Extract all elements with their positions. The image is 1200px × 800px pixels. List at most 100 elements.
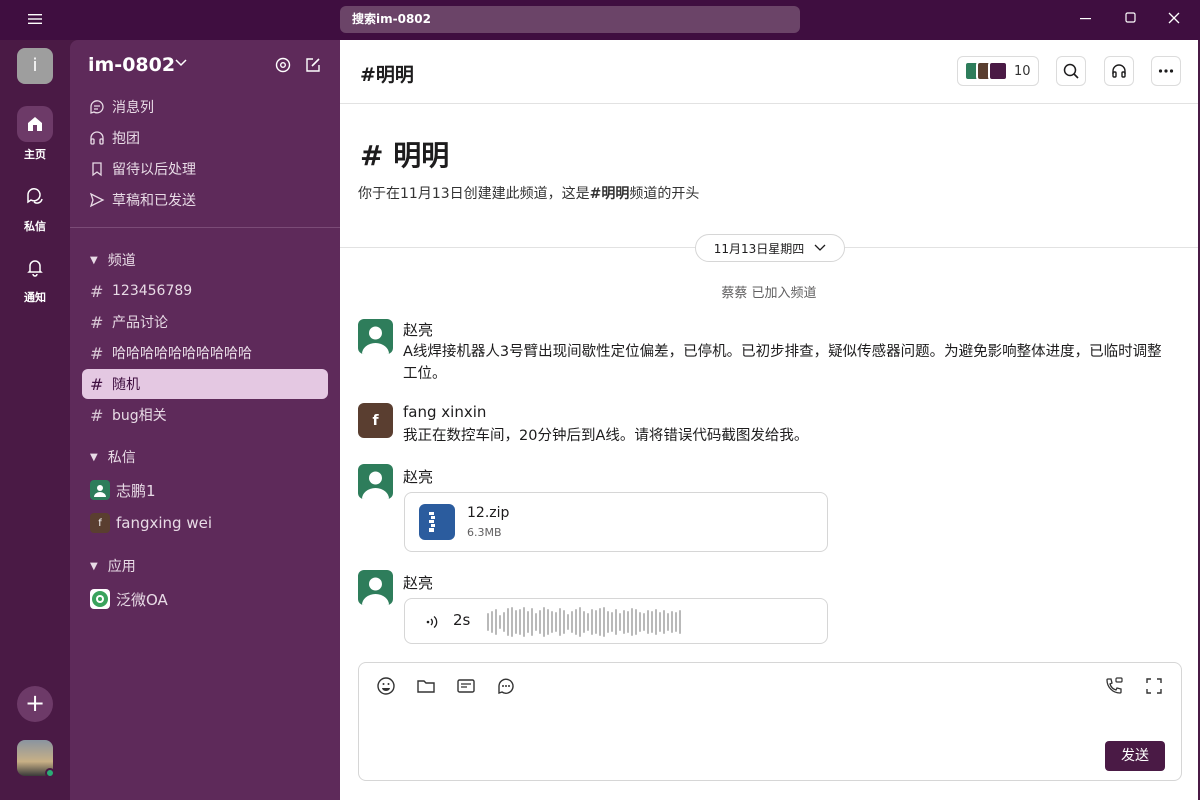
headphones-icon [1112,64,1126,78]
message-composer[interactable]: 发送 [358,662,1182,781]
author-avatar[interactable]: f [358,403,393,438]
threads-icon [88,98,106,116]
waveform-bar [499,615,501,629]
waveform-bar [595,610,597,634]
expand-icon[interactable] [1143,675,1165,697]
waveform-bar [615,609,617,635]
huddle-button[interactable] [1104,56,1134,86]
search-icon [1063,63,1079,79]
member-avatar [988,61,1008,81]
message-author[interactable]: fang xinxin [403,403,486,421]
nav-later[interactable]: 留待以后处理 [82,154,328,184]
audio-wave-icon[interactable] [423,613,441,631]
settings-icon[interactable] [274,56,294,76]
file-attachment[interactable]: 12.zip 6.3MB [404,492,828,552]
channel-intro-title: # 明明 [360,139,450,172]
search-button[interactable] [1056,56,1086,86]
waveform-bar [599,608,601,636]
folder-icon[interactable] [415,675,437,697]
app-item[interactable]: 泛微OA [82,584,328,614]
date-divider[interactable]: 11月13日星期四 [695,234,845,262]
dm-item[interactable]: 志鹏1 [82,475,328,505]
members-button[interactable]: 10 [957,56,1039,86]
waveform-bar [671,611,673,633]
workspace-avatar[interactable]: i [17,48,53,84]
call-icon[interactable] [1103,675,1125,697]
compose-icon[interactable] [304,56,324,76]
close-icon[interactable] [1163,9,1185,31]
nav-drafts[interactable]: 草稿和已发送 [82,185,328,215]
nav-huddles[interactable]: 抱团 [82,123,328,153]
waveform-bar [611,612,613,632]
waveform-bar [539,610,541,634]
apps-section-header[interactable]: ▼ 应用 [90,555,136,577]
hash-icon: # [90,374,104,394]
send-button[interactable]: 发送 [1105,741,1165,771]
waveform-bar [635,609,637,635]
channel-item[interactable]: # 123456789 [82,276,328,306]
channel-intro-text: 你于在11月13日创建建此频道，这是#明明频道的开头 [358,186,700,202]
waveform-bar [551,611,553,633]
message-text: 我正在数控车间，20分钟后到A线。请将错误代码截图发给我。 [403,428,809,444]
waveform-bar [663,610,665,634]
rail-item-notifications[interactable]: 通知 [0,249,70,305]
chevron-down-icon[interactable] [174,56,188,72]
waveform-bar [527,611,529,633]
app-logo-icon [90,589,110,609]
waveform-bar [567,614,569,630]
rail-label: 主页 [24,148,46,161]
channel-item-active[interactable]: # 随机 [82,369,328,399]
maximize-icon[interactable] [1120,9,1142,31]
minimize-icon[interactable] [1075,9,1097,31]
hash-icon: # [90,343,104,363]
dms-section-header[interactable]: ▼ 私信 [90,446,136,468]
file-name: 12.zip [467,505,510,521]
waveform-bar [495,609,497,635]
more-options-button[interactable] [1151,56,1181,86]
waveform-bar [619,613,621,631]
emoji-icon[interactable] [375,675,397,697]
message-author[interactable]: 赵亮 [403,572,433,593]
chat-bubble-icon[interactable] [495,675,517,697]
nav-label: 留待以后处理 [112,162,196,178]
waveform-bar [563,610,565,634]
rail-item-dm[interactable]: 私信 [0,178,70,234]
screenshot-icon[interactable] [455,675,477,697]
workspace-name[interactable]: im-0802 [88,54,175,76]
channel-item[interactable]: # 哈哈哈哈哈哈哈哈哈哈 [82,338,328,368]
channel-item[interactable]: # bug相关 [82,400,328,430]
channels-section-header[interactable]: ▼ 频道 [90,249,136,271]
caret-down-icon: ▼ [90,451,98,463]
channel-title[interactable]: #明明 [360,60,414,87]
message-author[interactable]: 赵亮 [403,466,433,487]
dm-item[interactable]: f fangxing wei [82,508,328,538]
rail-label: 通知 [24,291,46,304]
rail-item-home[interactable]: 主页 [0,106,70,162]
bookmark-icon [88,160,106,178]
waveform-bar [647,610,649,634]
message-author[interactable]: 赵亮 [403,319,433,340]
nav-label: 抱团 [112,131,140,147]
waveform-bar [571,611,573,633]
dm-name: fangxing wei [116,514,213,532]
channel-header: #明明 10 [340,40,1198,104]
person-icon[interactable] [358,464,393,499]
section-title: 应用 [107,559,136,575]
waveform-bar [575,609,577,635]
voice-message[interactable]: 2s [404,598,828,644]
workspace-rail: i 主页 私信 通知 + [0,40,70,800]
dm-avatar: f [90,513,110,533]
waveform-bar [559,608,561,636]
add-workspace-button[interactable]: + [17,686,53,722]
waveform-bar [651,611,653,633]
menu-icon[interactable] [24,12,46,28]
channel-item[interactable]: # 产品讨论 [82,307,328,337]
person-icon[interactable] [358,570,393,605]
online-status-icon [45,768,55,778]
person-icon[interactable] [358,319,393,354]
channel-name: 随机 [112,377,140,393]
nav-threads[interactable]: 消息列 [82,92,328,122]
search-input[interactable]: 搜索im-0802 [340,6,800,33]
waveform-bar [579,607,581,637]
user-avatar[interactable] [17,740,55,778]
